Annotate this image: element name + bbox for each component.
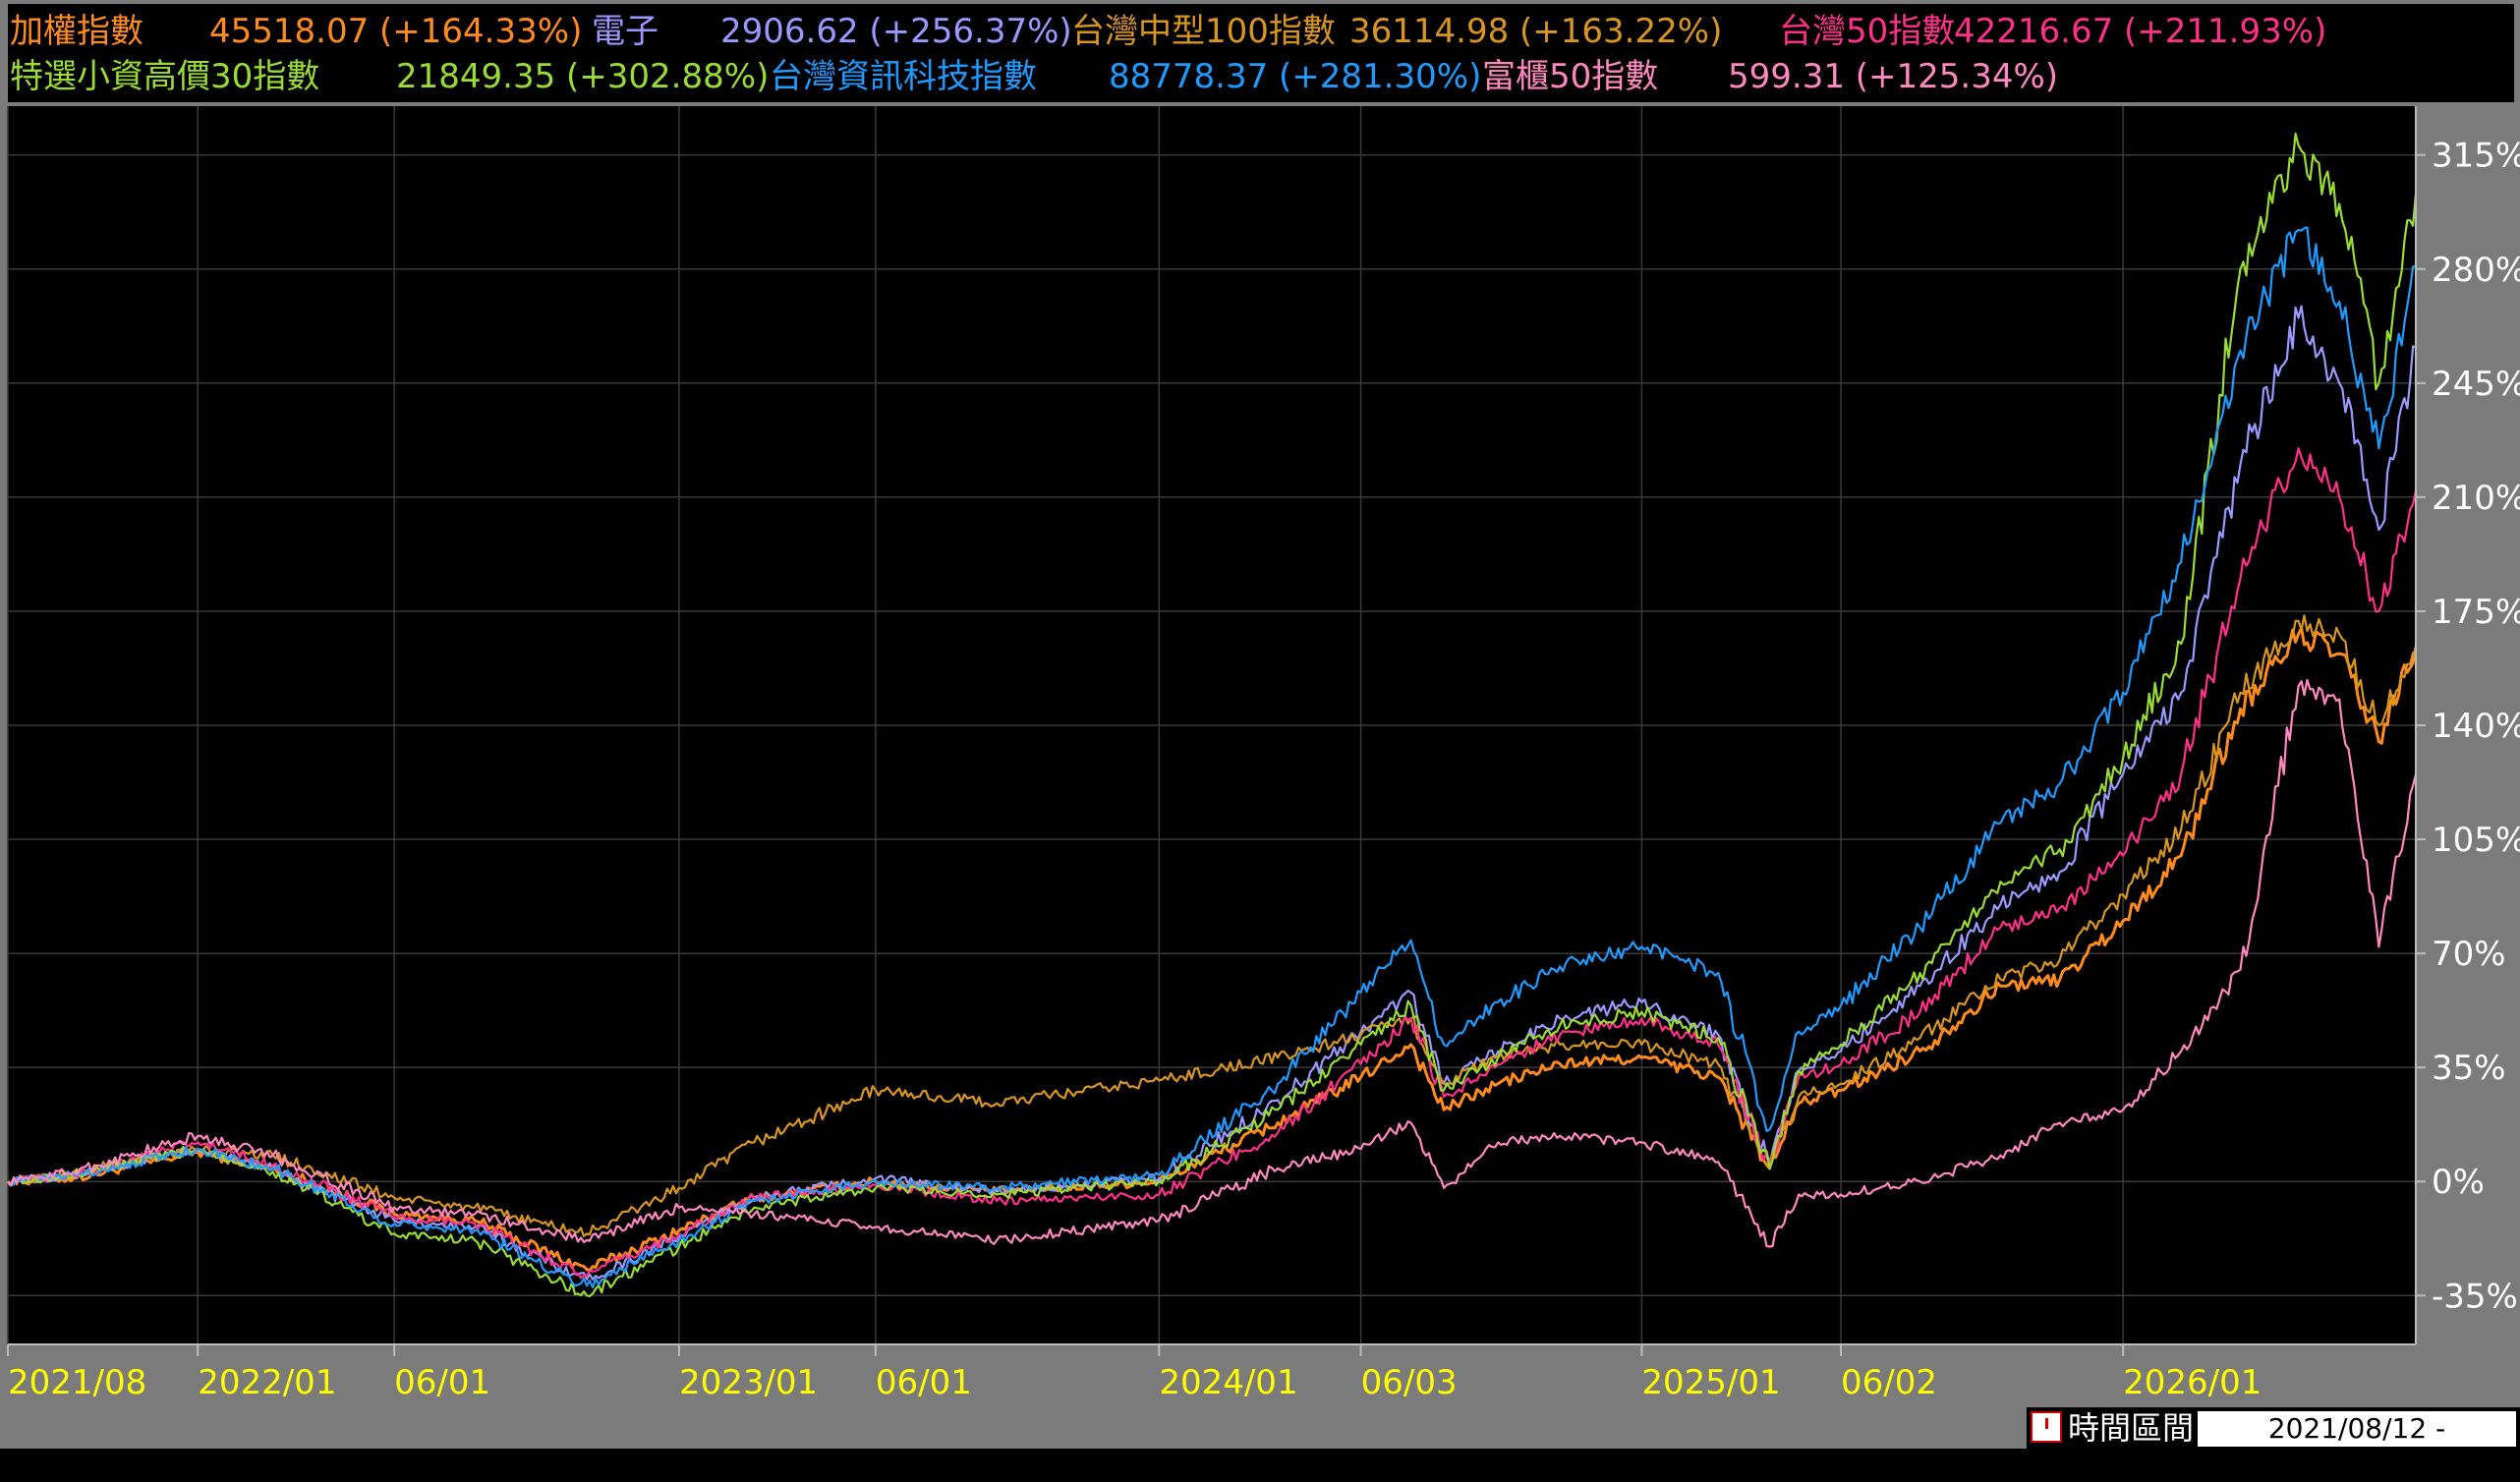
y-tick-label: 0% bbox=[2432, 1163, 2485, 1202]
y-tick-label: 35% bbox=[2432, 1049, 2506, 1088]
x-tick-label: 2025/01 bbox=[1641, 1363, 1780, 1402]
x-tick-label: 2021/08 bbox=[8, 1363, 146, 1402]
series-line-5 bbox=[7, 226, 2417, 1289]
grid bbox=[7, 106, 2416, 1344]
x-tick-label: 2022/01 bbox=[198, 1363, 336, 1402]
x-tick-label: 06/02 bbox=[1841, 1363, 1937, 1402]
clock-icon[interactable] bbox=[2031, 1411, 2062, 1443]
y-tick-label: 315% bbox=[2432, 137, 2520, 176]
y-tick-label: 70% bbox=[2432, 935, 2506, 974]
y-tick-label: 140% bbox=[2432, 707, 2520, 746]
x-tick-label: 06/03 bbox=[1361, 1363, 1458, 1402]
series-line-2 bbox=[7, 614, 2417, 1237]
time-range-value[interactable]: 2021/08/12 - 2026/08/12 bbox=[2198, 1411, 2516, 1480]
series-line-6 bbox=[7, 678, 2418, 1248]
x-tick-label: 2026/01 bbox=[2123, 1363, 2262, 1402]
y-tick-label: 280% bbox=[2432, 251, 2520, 290]
series-line-0 bbox=[6, 626, 2418, 1273]
series-line-4 bbox=[7, 132, 2418, 1298]
y-tick-label: 105% bbox=[2432, 821, 2520, 860]
line-chart: -35% 0% 35% 70% 105% 140% 175% 210% 245% 280% 315%… bbox=[6, 106, 2520, 1402]
y-tick-label: 210% bbox=[2432, 479, 2520, 518]
y-tick-label: -35% bbox=[2432, 1277, 2518, 1316]
y-tick-label: 245% bbox=[2432, 365, 2520, 404]
y-tick-label: 175% bbox=[2432, 593, 2520, 632]
x-tick-label: 2023/01 bbox=[679, 1363, 818, 1402]
x-tick-label: 06/01 bbox=[394, 1363, 490, 1402]
x-tick-label: 2024/01 bbox=[1159, 1363, 1297, 1402]
time-range-label: 時間區間 bbox=[2068, 1409, 2195, 1447]
series-lines bbox=[6, 132, 2418, 1298]
axes: -35% 0% 35% 70% 105% 140% 175% 210% 245% 280% 315%… bbox=[7, 106, 2520, 1402]
x-tick-label: 06/01 bbox=[876, 1363, 972, 1402]
